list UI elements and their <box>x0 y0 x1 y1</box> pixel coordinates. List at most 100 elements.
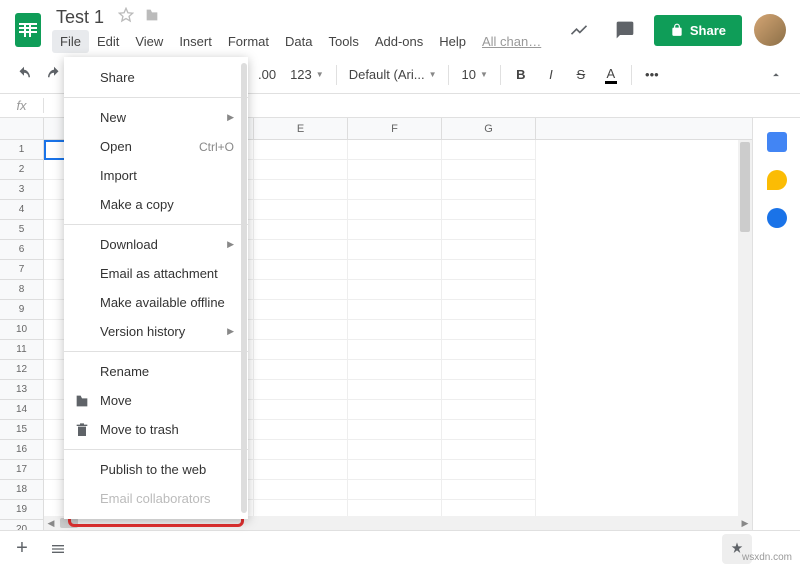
cell[interactable] <box>442 400 536 420</box>
cell[interactable] <box>44 140 66 160</box>
undo-button[interactable] <box>10 61 38 89</box>
row-header[interactable]: 11 <box>0 340 44 360</box>
file-menu-share[interactable]: Share <box>64 63 248 92</box>
cell[interactable] <box>44 220 66 240</box>
select-all-corner[interactable] <box>0 118 44 139</box>
menu-file[interactable]: File <box>52 30 89 53</box>
comment-icon[interactable] <box>608 13 642 47</box>
bold-button[interactable]: B <box>507 61 535 89</box>
file-menu-email-attach[interactable]: Email as attachment <box>64 259 248 288</box>
cell[interactable] <box>442 380 536 400</box>
menu-tools[interactable]: Tools <box>320 30 366 53</box>
menu-help[interactable]: Help <box>431 30 474 53</box>
file-menu-download[interactable]: Download▶ <box>64 230 248 259</box>
cell[interactable] <box>348 240 442 260</box>
decrease-decimal[interactable]: .00 <box>252 63 282 86</box>
row-header[interactable]: 20 <box>0 520 44 530</box>
cell[interactable] <box>254 420 348 440</box>
row-header[interactable]: 5 <box>0 220 44 240</box>
cell[interactable] <box>44 340 66 360</box>
menu-view[interactable]: View <box>127 30 171 53</box>
file-menu-rename[interactable]: Rename <box>64 357 248 386</box>
cell[interactable] <box>254 460 348 480</box>
cell[interactable] <box>254 340 348 360</box>
cell[interactable] <box>44 400 66 420</box>
star-icon[interactable] <box>118 7 134 28</box>
column-header[interactable]: G <box>442 118 536 139</box>
menu-data[interactable]: Data <box>277 30 320 53</box>
file-menu-open[interactable]: OpenCtrl+O <box>64 132 248 161</box>
folder-icon[interactable] <box>144 7 160 28</box>
cell[interactable] <box>44 480 66 500</box>
cell[interactable] <box>348 320 442 340</box>
menu-addons[interactable]: Add-ons <box>367 30 431 53</box>
calendar-addon-icon[interactable] <box>767 132 787 152</box>
cell[interactable] <box>348 160 442 180</box>
row-header[interactable]: 2 <box>0 160 44 180</box>
cell[interactable] <box>254 280 348 300</box>
cell[interactable] <box>254 180 348 200</box>
row-header[interactable]: 18 <box>0 480 44 500</box>
cell[interactable] <box>44 240 66 260</box>
cell[interactable] <box>254 160 348 180</box>
cell[interactable] <box>44 280 66 300</box>
row-header[interactable]: 19 <box>0 500 44 520</box>
row-header[interactable]: 3 <box>0 180 44 200</box>
cell[interactable] <box>44 160 66 180</box>
menu-format[interactable]: Format <box>220 30 277 53</box>
vertical-scrollbar[interactable] <box>738 140 752 516</box>
strike-button[interactable]: S <box>567 61 595 89</box>
menu-edit[interactable]: Edit <box>89 30 127 53</box>
sheets-logo[interactable] <box>8 10 48 50</box>
font-size[interactable]: 10▼ <box>455 63 493 86</box>
cell[interactable] <box>348 400 442 420</box>
row-header[interactable]: 8 <box>0 280 44 300</box>
cell[interactable] <box>44 200 66 220</box>
row-header[interactable]: 13 <box>0 380 44 400</box>
cell[interactable] <box>442 480 536 500</box>
column-header[interactable]: F <box>348 118 442 139</box>
file-menu-offline[interactable]: Make available offline <box>64 288 248 317</box>
row-header[interactable]: 12 <box>0 360 44 380</box>
more-tools[interactable]: ••• <box>638 61 666 89</box>
cell[interactable] <box>44 420 66 440</box>
file-menu-version[interactable]: Version history▶ <box>64 317 248 346</box>
tasks-addon-icon[interactable] <box>767 208 787 228</box>
cell[interactable] <box>442 220 536 240</box>
cell[interactable] <box>348 260 442 280</box>
cell[interactable] <box>44 260 66 280</box>
add-sheet-button[interactable]: + <box>8 535 36 563</box>
cell[interactable] <box>442 440 536 460</box>
cell[interactable] <box>254 320 348 340</box>
cell[interactable] <box>254 380 348 400</box>
cell[interactable] <box>348 300 442 320</box>
cell[interactable] <box>442 300 536 320</box>
row-header[interactable]: 15 <box>0 420 44 440</box>
row-header[interactable]: 7 <box>0 260 44 280</box>
file-menu-new[interactable]: New▶ <box>64 103 248 132</box>
number-format[interactable]: 123▼ <box>284 63 330 86</box>
activity-icon[interactable] <box>562 13 596 47</box>
cell[interactable] <box>348 280 442 300</box>
cell[interactable] <box>348 440 442 460</box>
cell[interactable] <box>348 460 442 480</box>
row-header[interactable]: 6 <box>0 240 44 260</box>
cell[interactable] <box>348 220 442 240</box>
cell[interactable] <box>442 460 536 480</box>
row-header[interactable]: 17 <box>0 460 44 480</box>
cell[interactable] <box>254 300 348 320</box>
cell[interactable] <box>442 200 536 220</box>
cell[interactable] <box>44 320 66 340</box>
sheet-menu-button[interactable] <box>44 535 72 563</box>
file-menu-publish[interactable]: Publish to the web <box>64 455 248 484</box>
cell[interactable] <box>254 260 348 280</box>
cell[interactable] <box>44 300 66 320</box>
cell[interactable] <box>254 240 348 260</box>
cell[interactable] <box>44 460 66 480</box>
cell[interactable] <box>348 360 442 380</box>
cell[interactable] <box>348 180 442 200</box>
cell[interactable] <box>442 260 536 280</box>
cell[interactable] <box>254 480 348 500</box>
column-header[interactable] <box>44 118 66 139</box>
file-menu-email-collab[interactable]: Email collaborators <box>64 484 248 513</box>
